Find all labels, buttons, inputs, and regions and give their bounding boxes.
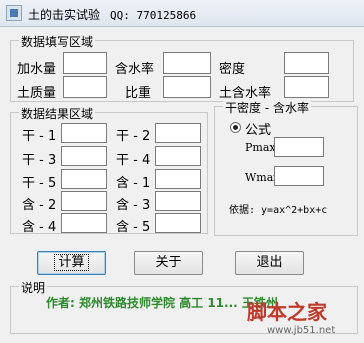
result-label: 含 - 2 (22, 198, 57, 213)
result-label: 含 - 3 (116, 198, 151, 213)
result-input[interactable] (155, 123, 201, 143)
result-label: 干 - 2 (116, 129, 151, 144)
wmax-input[interactable] (274, 166, 324, 186)
result-input[interactable] (155, 169, 201, 189)
input-group-title: 数据填写区域 (19, 33, 96, 50)
water-content-label: 含水率 (115, 62, 155, 77)
result-label: 含 - 1 (116, 176, 151, 191)
window-title-bar[interactable]: 土的击实试验 QQ: 770125866 (0, 0, 364, 27)
soil-mass-label: 土质量 (17, 86, 57, 101)
author-text: 作者: 郑州铁路技师学院 高工 11... 王铁州 (46, 296, 278, 310)
result-group-title: 数据结果区域 (19, 105, 96, 122)
result-input[interactable] (61, 146, 107, 166)
result-label: 干 - 3 (22, 153, 57, 168)
result-input[interactable] (155, 191, 201, 211)
water-added-input[interactable] (63, 52, 107, 74)
formula-radio-label: 公式 (245, 123, 272, 138)
result-input[interactable] (155, 213, 201, 233)
result-input[interactable] (155, 146, 201, 166)
calculate-button-label: 计算 (54, 254, 89, 271)
pmax-input[interactable] (274, 137, 324, 157)
note-group-title: 说明 (19, 279, 48, 296)
density-input[interactable] (284, 52, 329, 74)
result-input[interactable] (61, 169, 107, 189)
watermark-url-text: www.jb51.net (267, 325, 336, 336)
result-label: 含 - 5 (116, 220, 151, 235)
specific-gravity-label: 比重 (125, 86, 152, 101)
specific-gravity-input[interactable] (163, 76, 211, 98)
density-label: 密度 (219, 62, 246, 77)
calculate-button[interactable]: 计算 (37, 251, 106, 275)
result-label: 含 - 4 (22, 220, 57, 235)
pmax-label: Pmax (245, 141, 276, 154)
soil-water-content-input[interactable] (284, 76, 329, 98)
water-added-label: 加水量 (17, 62, 57, 77)
window-title: 土的击实试验 QQ: 770125866 (28, 6, 196, 23)
formula-basis-text: 依据: y=ax^2+bx+c (229, 205, 328, 216)
watermark-main-text: 脚本之家 (247, 300, 327, 324)
window-title-qq: QQ: 770125866 (110, 9, 197, 22)
about-button[interactable]: 关于 (134, 251, 203, 275)
result-label: 干 - 5 (22, 176, 57, 191)
formula-radio[interactable] (230, 122, 241, 133)
exit-button-label: 退出 (256, 255, 283, 270)
result-input[interactable] (61, 213, 107, 233)
result-label: 干 - 4 (116, 153, 151, 168)
formula-group-title: 干密度 - 含水率 (223, 99, 311, 116)
result-input[interactable] (61, 191, 107, 211)
window-title-text: 土的击实试验 (28, 8, 101, 22)
soil-mass-input[interactable] (63, 76, 107, 98)
exit-button[interactable]: 退出 (235, 251, 304, 275)
water-content-input[interactable] (163, 52, 211, 74)
app-icon (6, 5, 22, 21)
site-watermark: 脚本之家 www.jb51.net (245, 296, 360, 340)
about-button-label: 关于 (155, 255, 182, 270)
result-input[interactable] (61, 123, 107, 143)
result-label: 干 - 1 (22, 129, 57, 144)
